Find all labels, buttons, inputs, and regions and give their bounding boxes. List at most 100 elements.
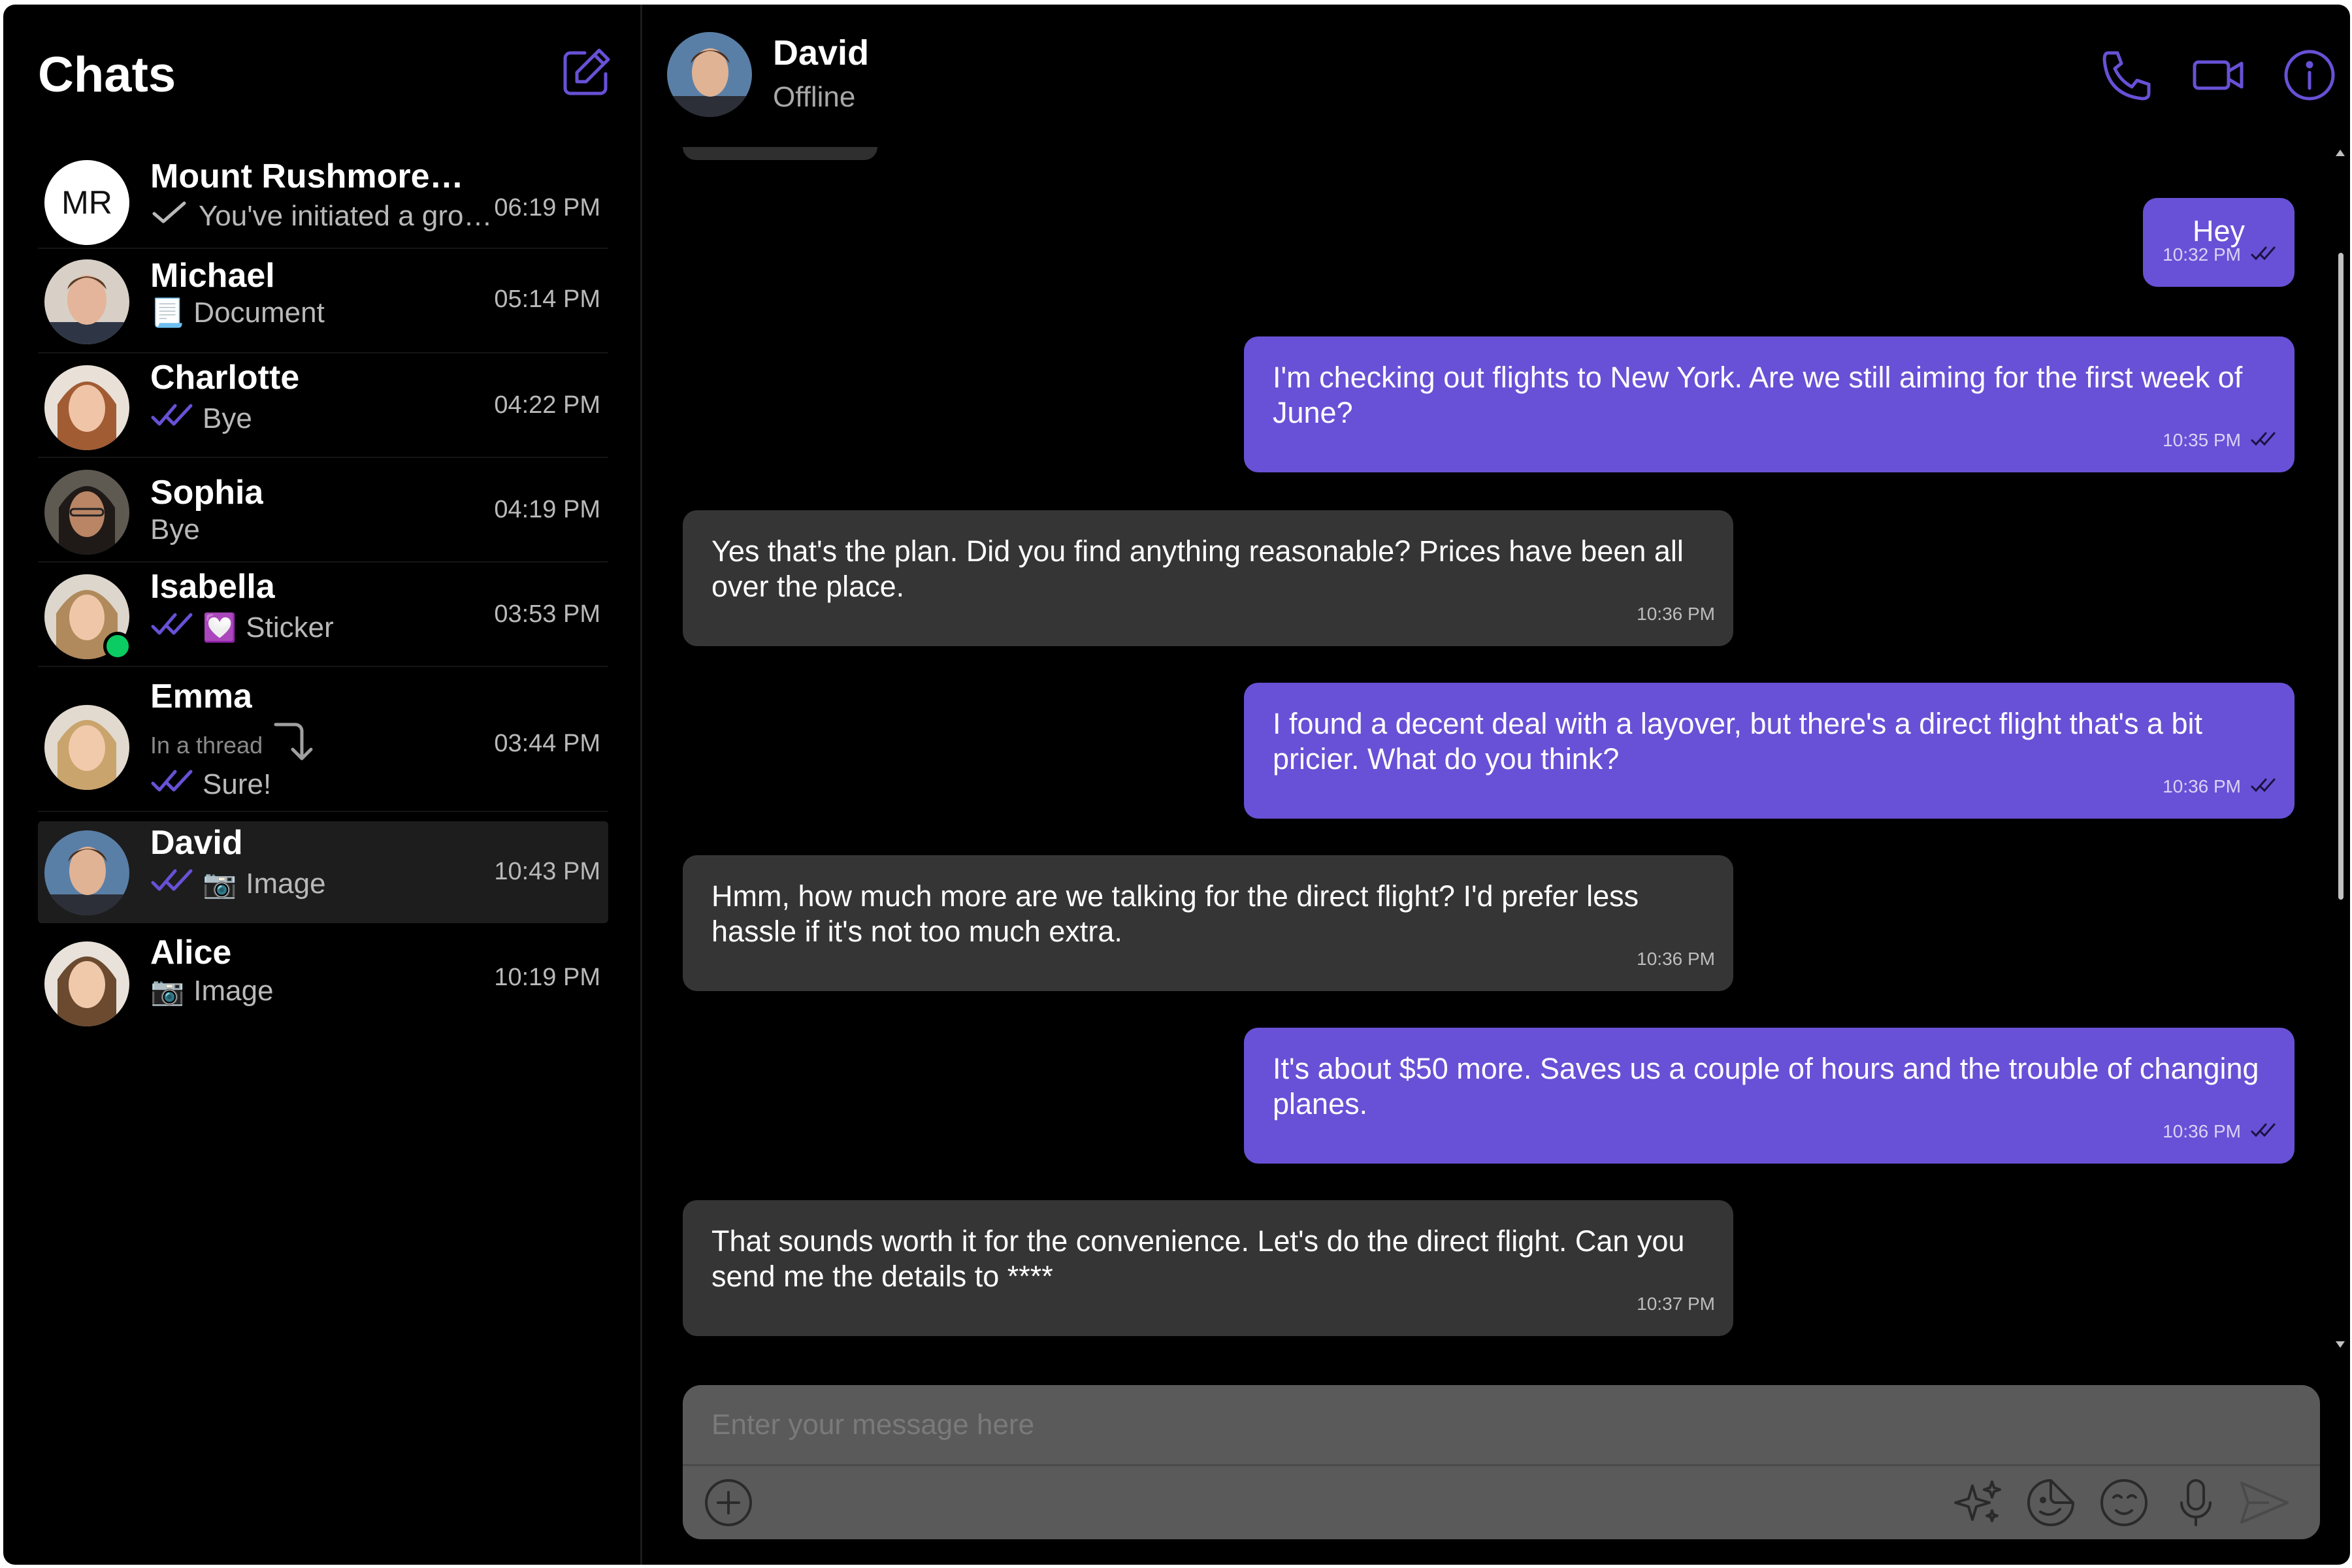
outgoing-message: Hey 10:32 PM	[2143, 198, 2295, 287]
chat-time: 03:44 PM	[494, 730, 600, 757]
video-icon[interactable]	[2191, 48, 2246, 103]
message-input[interactable]	[683, 1385, 2320, 1466]
chat-time: 10:19 PM	[494, 964, 600, 991]
conversation-panel: David Offline Hey 10:32 PM I'm checking …	[644, 5, 2350, 1565]
sticker-icon[interactable]	[2022, 1474, 2080, 1531]
chat-item-alice[interactable]: Alice 📷 Image 10:19 PM	[38, 932, 608, 1037]
group-avatar: MR	[44, 160, 129, 245]
read-double-check-icon	[2250, 235, 2276, 270]
scroll-down-arrow-icon[interactable]	[2336, 1341, 2345, 1348]
thread-indicator: In a thread	[150, 718, 318, 773]
incoming-message: Yes that's the plan. Did you find anythi…	[683, 510, 1733, 646]
chat-name: Alice	[150, 934, 232, 972]
chat-preview-text: Document	[193, 297, 325, 329]
chat-preview-text: Sticker	[246, 612, 334, 644]
chat-item-mount-rushmore[interactable]: MR Mount Rushmore… You've initiated a gr…	[38, 143, 608, 249]
chat-preview: 📃 Document	[150, 295, 325, 331]
chat-item-sophia[interactable]: Sophia Bye 04:19 PM	[38, 458, 608, 563]
chat-name: Emma	[150, 678, 253, 715]
read-double-check-icon	[150, 400, 193, 437]
chat-name: Charlotte	[150, 359, 300, 397]
avatar	[44, 941, 129, 1026]
chat-preview: You've initiated a gro…	[150, 198, 510, 235]
chat-preview: Bye	[150, 512, 200, 548]
camera-icon: 📷	[150, 975, 185, 1006]
chat-preview-text: Bye	[150, 514, 200, 546]
chat-item-michael[interactable]: Michael 📃 Document 05:14 PM	[38, 249, 608, 353]
info-icon[interactable]	[2282, 48, 2337, 103]
emoji-icon[interactable]	[2095, 1474, 2153, 1531]
plus-circle-icon[interactable]	[700, 1474, 757, 1531]
incoming-message: Hmm, how much more are we talking for th…	[683, 855, 1733, 991]
chat-item-charlotte[interactable]: Charlotte Bye 04:22 PM	[38, 353, 608, 458]
chat-name: Michael	[150, 257, 275, 295]
sidebar-title: Chats	[38, 47, 176, 103]
message-time: 10:37 PM	[1637, 1294, 1715, 1314]
chat-time: 05:14 PM	[494, 286, 600, 313]
chat-time: 04:22 PM	[494, 391, 600, 419]
read-double-check-icon	[150, 610, 193, 646]
read-double-check-icon	[2250, 766, 2276, 802]
avatar	[44, 470, 129, 555]
thread-label: In a thread	[150, 732, 263, 759]
outgoing-message: I found a decent deal with a layover, bu…	[1244, 683, 2295, 819]
chat-preview: 📷 Image	[150, 973, 274, 1009]
contact-name: David	[773, 33, 870, 73]
chat-time: 10:43 PM	[494, 858, 600, 885]
sent-check-icon	[150, 198, 189, 235]
chats-sidebar: Chats MR Mount Rushmore… You've initiate…	[3, 5, 642, 1565]
chat-preview-text: Image	[193, 975, 274, 1007]
sparkle-icon[interactable]	[1949, 1474, 2006, 1531]
chat-preview-text: Bye	[203, 402, 252, 434]
message-list: Hey 10:32 PM I'm checking out flights to…	[644, 135, 2350, 1357]
chat-preview: Bye	[150, 400, 252, 437]
message-time: 10:36 PM	[2163, 1121, 2241, 1141]
message-text: That sounds worth it for the convenience…	[711, 1224, 1685, 1293]
chat-name: Mount Rushmore…	[150, 157, 464, 195]
avatar	[44, 705, 129, 790]
incoming-message: That sounds worth it for the convenience…	[683, 1200, 1733, 1336]
camera-icon: 📷	[203, 868, 237, 899]
message-text: It's about $50 more. Saves us a couple o…	[1273, 1052, 2259, 1120]
contact-status: Offline	[773, 81, 856, 113]
chat-item-david[interactable]: David 📷 Image 10:43 PM	[38, 821, 608, 923]
avatar	[44, 365, 129, 450]
message-text: Yes that's the plan. Did you find anythi…	[711, 534, 1684, 603]
scroll-up-arrow-icon[interactable]	[2336, 150, 2345, 156]
chat-time: 04:19 PM	[494, 496, 600, 523]
previous-message-stub	[683, 147, 877, 160]
chat-app: Chats MR Mount Rushmore… You've initiate…	[3, 5, 2350, 1565]
chat-name: David	[150, 824, 243, 862]
chat-time: 06:19 PM	[494, 194, 600, 221]
message-time: 10:36 PM	[1637, 949, 1715, 969]
read-double-check-icon	[150, 766, 193, 803]
chat-preview-text: Image	[246, 868, 326, 900]
chat-name: Isabella	[150, 568, 275, 606]
thread-arrow-icon	[272, 718, 318, 773]
chat-name: Sophia	[150, 474, 264, 512]
message-time: 10:32 PM	[2163, 244, 2241, 265]
document-icon: 📃	[150, 297, 185, 328]
message-time: 10:35 PM	[2163, 430, 2241, 450]
message-text: Hmm, how much more are we talking for th…	[711, 879, 1639, 948]
phone-icon[interactable]	[2099, 48, 2154, 103]
compose-icon[interactable]	[559, 45, 613, 100]
chat-item-emma[interactable]: Emma In a thread Sure! 03:44 PM	[38, 667, 608, 812]
avatar	[44, 830, 129, 915]
message-time: 10:36 PM	[1637, 604, 1715, 624]
outgoing-message: I'm checking out flights to New York. Ar…	[1244, 336, 2295, 472]
message-composer	[683, 1385, 2320, 1539]
scrollbar-thumb[interactable]	[2338, 253, 2344, 900]
read-double-check-icon	[2250, 1111, 2276, 1147]
chat-preview-text: Sure!	[203, 768, 272, 800]
read-double-check-icon	[2250, 420, 2276, 455]
chat-item-isabella[interactable]: Isabella 💟 Sticker 03:53 PM	[38, 563, 608, 667]
message-text: I'm checking out flights to New York. Ar…	[1273, 361, 2243, 429]
contact-avatar[interactable]	[667, 32, 752, 117]
message-text: I found a decent deal with a layover, bu…	[1273, 707, 2203, 776]
message-time: 10:36 PM	[2163, 776, 2241, 796]
outgoing-message: It's about $50 more. Saves us a couple o…	[1244, 1028, 2295, 1164]
send-icon[interactable]	[2235, 1474, 2293, 1531]
chat-preview: 💟 Sticker	[150, 610, 334, 646]
microphone-icon[interactable]	[2167, 1474, 2225, 1531]
